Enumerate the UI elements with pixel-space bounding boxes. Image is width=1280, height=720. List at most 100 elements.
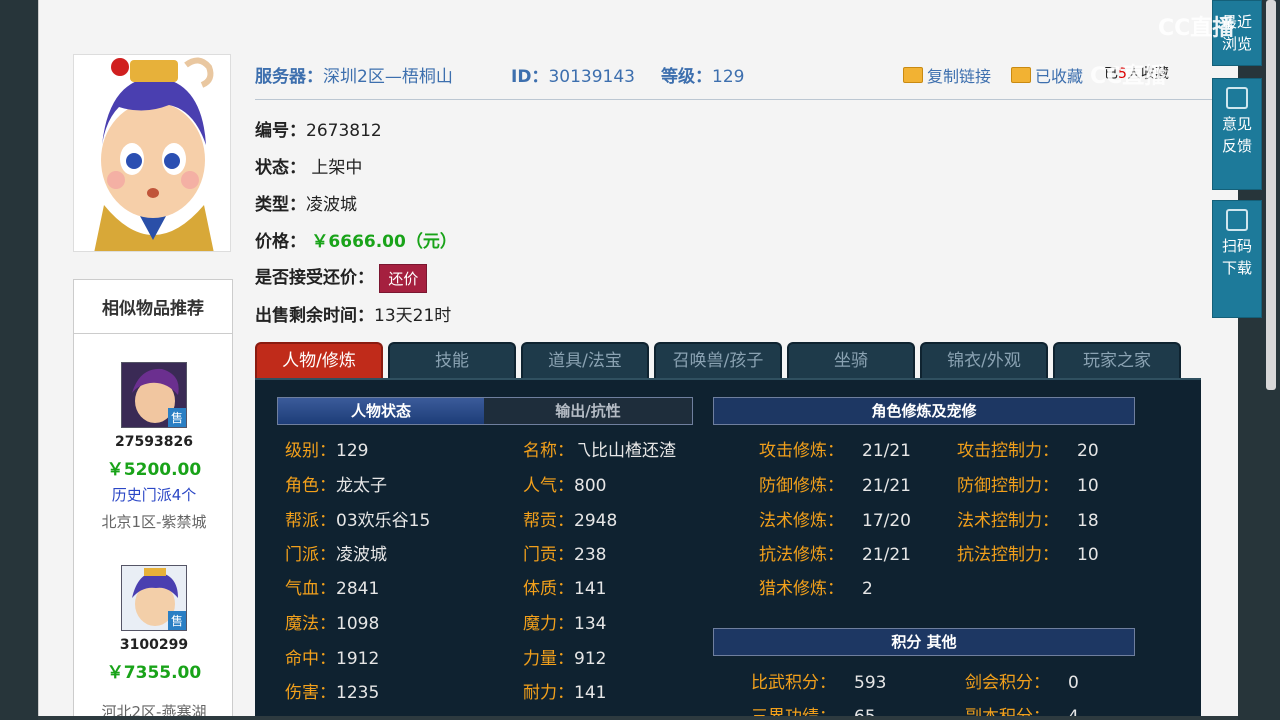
similar-item-price: ￥5200.00 — [106, 460, 202, 480]
stat-value: 21/21 — [862, 545, 911, 565]
feedback-line2: 反馈 — [1221, 137, 1252, 155]
stat-value: 1098 — [336, 614, 380, 634]
cultivation-header: 角色修炼及宠修 — [713, 397, 1135, 425]
price-value: ￥6666.00（元） — [311, 232, 457, 252]
level-info: 等级：129 — [661, 62, 744, 87]
stat-value: 18 — [1077, 511, 1099, 531]
tab-outfits[interactable]: 锦衣/外观 — [920, 342, 1048, 378]
remain-row: 出售剩余时间：13天21时 — [255, 301, 451, 326]
cultivation-attack: 攻击修炼： 21/21 — [759, 436, 911, 461]
type-row: 类型：凌波城 — [255, 190, 357, 215]
stat-school-contribution: 门贡：238 — [523, 540, 606, 565]
cultivation-hunting: 猎术修炼： 2 — [759, 574, 873, 599]
server-info: 服务器：深圳2区—梧桐山 — [255, 62, 453, 87]
collected-button[interactable]: 已收藏 — [1011, 63, 1083, 87]
stat-value: 2 — [862, 579, 873, 599]
id-info: ID：30139143 — [511, 62, 635, 87]
watermark: CC直播 — [1158, 16, 1235, 41]
stat-hit: 命中：1912 — [285, 644, 379, 669]
bargain-button[interactable]: 还价 — [379, 263, 428, 293]
similar-item-server: 河北2区-燕塞湖 — [101, 703, 207, 716]
tab-skills[interactable]: 技能 — [388, 342, 516, 378]
tab-pets[interactable]: 召唤兽/孩子 — [654, 342, 782, 378]
tab-home[interactable]: 玩家之家 — [1053, 342, 1181, 378]
stat-key: 攻击修炼： — [759, 441, 844, 461]
stat-hp: 气血：2841 — [285, 574, 379, 599]
stat-key: 猎术修炼： — [759, 579, 844, 599]
cultivation-spell: 法术修炼： 17/20 — [759, 506, 911, 531]
feedback-line1: 意见 — [1221, 115, 1252, 133]
price-label: 价格： — [255, 232, 306, 252]
stat-key: 魔力： — [523, 614, 574, 634]
stat-level: 级别：129 — [285, 436, 368, 461]
stat-value: 1235 — [336, 683, 380, 703]
server-value: 深圳2区—梧桐山 — [323, 67, 453, 87]
tab-character[interactable]: 人物/修炼 — [255, 342, 383, 378]
sale-badge: 售 — [167, 611, 186, 630]
control-defense: 防御控制力： 10 — [957, 471, 1099, 496]
stat-key: 伤害： — [285, 683, 336, 703]
server-label: 服务器： — [255, 67, 323, 87]
points-merit: 三界功绩： 65 — [751, 702, 876, 716]
scan-download-button[interactable]: 扫码 下载 — [1212, 200, 1262, 318]
status-row: 状态： 上架中 — [255, 153, 362, 178]
favorite-icon — [1011, 67, 1031, 83]
watermark-secondary: CC直播 — [1090, 64, 1167, 89]
similar-item-thumbnail[interactable]: 售 — [121, 362, 187, 428]
control-resist: 抗法控制力： 10 — [957, 540, 1099, 565]
feedback-button[interactable]: 意见 反馈 — [1212, 78, 1262, 190]
stat-key: 防御控制力： — [957, 476, 1059, 496]
stat-magic-power: 魔力：134 — [523, 609, 606, 634]
control-spell: 法术控制力： 18 — [957, 506, 1099, 531]
stat-endurance: 耐力：141 — [523, 678, 606, 703]
similar-items-title: 相似物品推荐 — [74, 280, 232, 334]
similar-item[interactable]: 售 27593826 ￥5200.00 历史门派4个 北京1区-紫禁城 — [74, 362, 234, 532]
character-panel: 人物状态 输出/抗性 角色修炼及宠修 积分 其他 级别：129 角色：龙太子 帮… — [255, 378, 1201, 716]
stat-key: 比武积分： — [751, 673, 836, 693]
serial-row: 编号：2673812 — [255, 116, 382, 141]
stat-key: 门派： — [285, 545, 336, 565]
status-value: 上架中 — [311, 158, 363, 178]
stat-key: 法术控制力： — [957, 511, 1059, 531]
stat-value: 912 — [574, 649, 607, 669]
similar-item-thumbnail[interactable]: 售 — [121, 565, 187, 631]
bargain-row: 是否接受还价： 还价 — [255, 263, 428, 293]
stat-value: 800 — [574, 476, 607, 496]
copy-link-button[interactable]: 复制链接 — [903, 63, 991, 87]
stat-value: 0 — [1068, 673, 1079, 693]
stat-key: 级别： — [285, 441, 336, 461]
output-resistance-tab[interactable]: 输出/抗性 — [484, 398, 692, 424]
stat-key: 防御修炼： — [759, 476, 844, 496]
stat-school: 门派：凌波城 — [285, 540, 387, 565]
status-label: 状态： — [255, 158, 306, 178]
copy-link-label: 复制链接 — [927, 67, 992, 86]
tab-items[interactable]: 道具/法宝 — [521, 342, 649, 378]
remain-label: 出售剩余时间： — [255, 306, 374, 326]
similar-item[interactable]: 售 3100299 ￥7355.00 河北2区-燕塞湖 — [74, 565, 234, 716]
stat-value: 65 — [854, 707, 876, 716]
character-status-tab[interactable]: 人物状态 — [278, 398, 484, 424]
serial-value: 2673812 — [306, 121, 382, 141]
collected-label: 已收藏 — [1035, 67, 1084, 86]
stat-value: 20 — [1077, 441, 1099, 461]
stat-key: 气血： — [285, 579, 336, 599]
similar-item-price: ￥7355.00 — [106, 663, 202, 683]
stat-key: 法术修炼： — [759, 511, 844, 531]
left-frame — [0, 0, 38, 720]
stat-constitution: 体质：141 — [523, 574, 606, 599]
stat-value: 凌波城 — [336, 545, 387, 565]
page-scrollbar[interactable] — [1266, 0, 1276, 390]
stat-mp: 魔法：1098 — [285, 609, 379, 634]
similar-item-history[interactable]: 历史门派4个 — [74, 484, 234, 505]
stat-key: 副本积分： — [965, 707, 1050, 716]
id-value: 30139143 — [548, 67, 635, 87]
level-label: 等级： — [661, 67, 712, 87]
similar-item-id: 27593826 — [115, 434, 193, 450]
stat-value: 17/20 — [862, 511, 911, 531]
stat-value: 乁比山楂还渣 — [574, 441, 676, 461]
tab-mounts[interactable]: 坐骑 — [787, 342, 915, 378]
cultivation-resist: 抗法修炼： 21/21 — [759, 540, 911, 565]
similar-items-panel: 相似物品推荐 售 27593826 ￥5200.00 历史门派4个 北京1区-紫… — [73, 279, 233, 716]
header-divider — [255, 99, 1215, 100]
stat-key: 攻击控制力： — [957, 441, 1059, 461]
